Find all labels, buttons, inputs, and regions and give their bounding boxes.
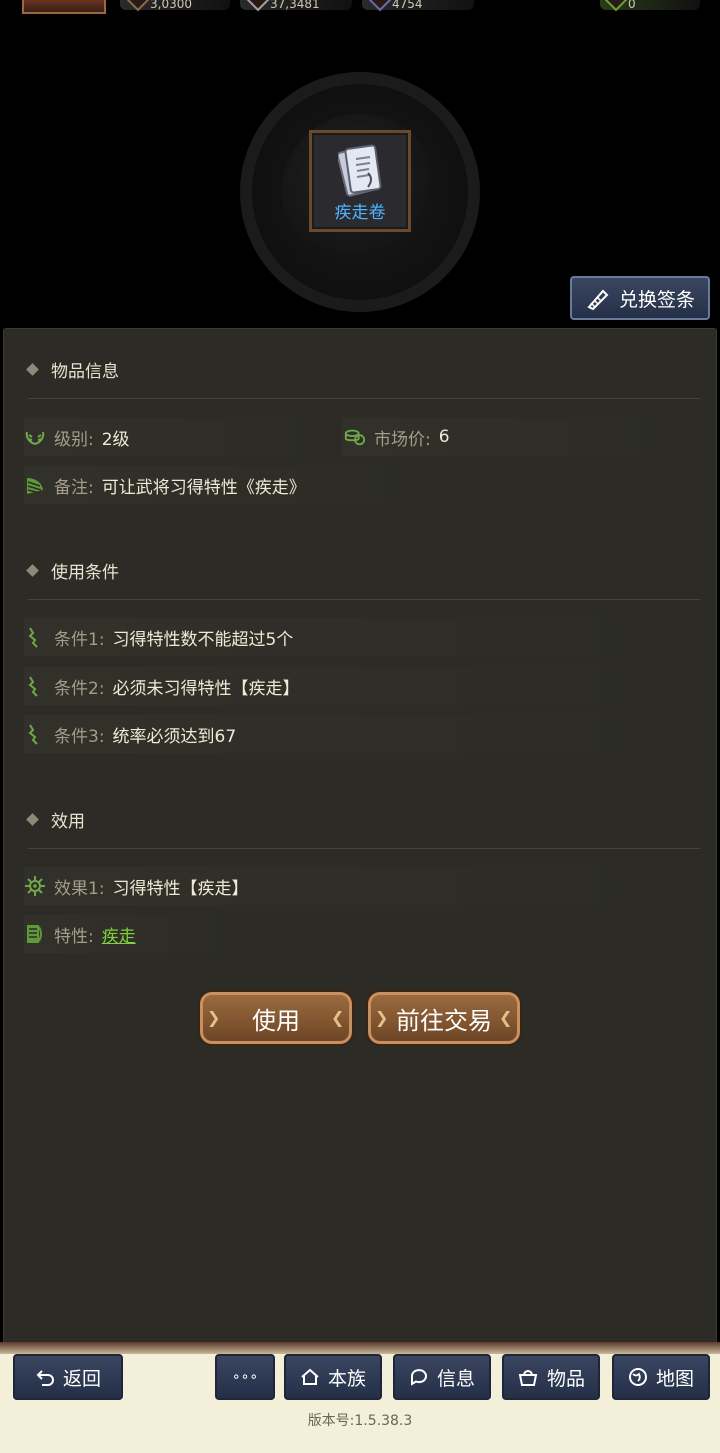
more-button[interactable]: ∘∘∘ (215, 1354, 275, 1400)
resource-1-value: 3,0300 (150, 0, 192, 11)
use-button[interactable]: ❯ 使用 ❮ (200, 992, 352, 1044)
resource-4-value: 0 (628, 0, 636, 11)
sprout-icon (24, 626, 46, 648)
resource-4: 0 (604, 0, 636, 12)
scroll-icon (368, 0, 392, 12)
section-conditions-title: 使用条件 (51, 563, 119, 583)
coins-icon (344, 426, 366, 448)
level-row: 级别: 2级 (24, 421, 130, 453)
effect-label: 效果1: (54, 878, 105, 899)
items-button[interactable]: 物品 (502, 1354, 600, 1400)
leaf-icon (24, 474, 46, 496)
condition-label: 条件2: (54, 678, 105, 699)
condition-label: 条件1: (54, 629, 105, 650)
jade-icon (604, 0, 628, 12)
note-value: 可让武将习得特性《疾走》 (101, 477, 306, 498)
section-conditions: 使用条件 (26, 558, 119, 583)
house-icon (301, 1368, 319, 1385)
diamond-bullet-icon (26, 813, 39, 826)
back-button[interactable]: 返回 (13, 1354, 123, 1400)
chevron-left-icon: ❯ (207, 1008, 221, 1027)
condition-value: 习得特性数不能超过5个 (112, 629, 294, 650)
level-label: 级别: (54, 429, 94, 450)
use-button-label: 使用 (252, 1006, 300, 1035)
condition-row: 条件1: 习得特性数不能超过5个 (24, 621, 293, 653)
section-item-info-title: 物品信息 (51, 362, 119, 382)
exchange-tag-label: 兑换签条 (618, 288, 695, 311)
section-effects-title: 效用 (51, 812, 85, 832)
condition-row: 条件2: 必须未习得特性【疾走】 (24, 670, 300, 702)
exchange-tag-button[interactable]: 兑换签条 (570, 276, 710, 320)
sprout-icon (24, 723, 46, 745)
price-label: 市场价: (374, 429, 431, 450)
clan-button[interactable]: 本族 (284, 1354, 382, 1400)
level-value: 2级 (101, 429, 130, 450)
shield-icon (126, 0, 150, 12)
book-icon (338, 144, 382, 197)
version-text: 版本号:1.5.38.3 (307, 1413, 413, 1429)
brush-icon (587, 289, 609, 311)
trait-link[interactable]: 疾走 (102, 922, 136, 947)
globe-icon (628, 1368, 647, 1386)
info-button[interactable]: 信息 (393, 1354, 491, 1400)
sun-gear-icon (24, 875, 46, 897)
trait-row: 特性: 疾走 (24, 918, 136, 950)
sprout-icon (24, 675, 46, 697)
diamond-bullet-icon (26, 363, 39, 376)
section-effects: 效用 (26, 807, 85, 832)
trait-scroll-icon (24, 923, 46, 945)
condition-value: 必须未习得特性【疾走】 (112, 678, 300, 699)
note-label: 备注: (54, 477, 94, 498)
bottom-bar-trim (0, 1342, 720, 1354)
item-icon-frame: 疾走卷 (309, 130, 411, 232)
laurel-icon (24, 426, 46, 448)
divider (28, 398, 700, 399)
silver-icon (246, 0, 270, 12)
resource-bar: 3,0300 37,3481 4754 0 (0, 0, 720, 16)
diamond-bullet-icon (26, 564, 39, 577)
resource-2: 37,3481 (246, 0, 320, 12)
info-button-label: 信息 (436, 1367, 475, 1390)
go-trade-button[interactable]: ❯ 前往交易 ❮ (368, 992, 520, 1044)
more-dots-icon: ∘∘∘ (231, 1369, 259, 1385)
item-detail-panel: 物品信息 级别: 2级 市场价: 6 备注: 可让武将习得特性《疾走》 使用条件 (3, 328, 717, 1348)
condition-row: 条件3: 统率必须达到67 (24, 718, 236, 750)
price-row: 市场价: 6 (344, 421, 450, 453)
resource-3: 4754 (368, 0, 423, 12)
items-button-label: 物品 (546, 1367, 585, 1390)
map-button-label: 地图 (655, 1367, 694, 1390)
back-button-label: 返回 (62, 1367, 101, 1390)
chevron-right-icon: ❮ (499, 1008, 513, 1027)
condition-label: 条件3: (54, 726, 105, 747)
note-row: 备注: 可让武将习得特性《疾走》 (24, 469, 306, 501)
chat-bubble-icon (410, 1369, 427, 1386)
return-icon (36, 1370, 54, 1386)
price-value: 6 (438, 427, 450, 447)
clan-button-label: 本族 (327, 1367, 366, 1390)
condition-value: 统率必须达到67 (112, 726, 237, 747)
item-name: 疾走卷 (334, 203, 386, 223)
resource-2-value: 37,3481 (270, 0, 320, 11)
effect-value: 习得特性【疾走】 (112, 878, 249, 899)
player-avatar[interactable] (22, 0, 106, 14)
resource-3-value: 4754 (392, 0, 423, 11)
divider (28, 599, 700, 600)
go-trade-button-label: 前往交易 (396, 1006, 492, 1035)
resource-1: 3,0300 (126, 0, 192, 12)
section-item-info: 物品信息 (26, 357, 119, 382)
trait-label: 特性: (54, 926, 94, 947)
chevron-left-icon: ❯ (375, 1008, 389, 1027)
chevron-right-icon: ❮ (331, 1008, 345, 1027)
divider (28, 848, 700, 849)
effect-row: 效果1: 习得特性【疾走】 (24, 870, 249, 902)
map-button[interactable]: 地图 (612, 1354, 710, 1400)
bag-icon (518, 1370, 538, 1386)
